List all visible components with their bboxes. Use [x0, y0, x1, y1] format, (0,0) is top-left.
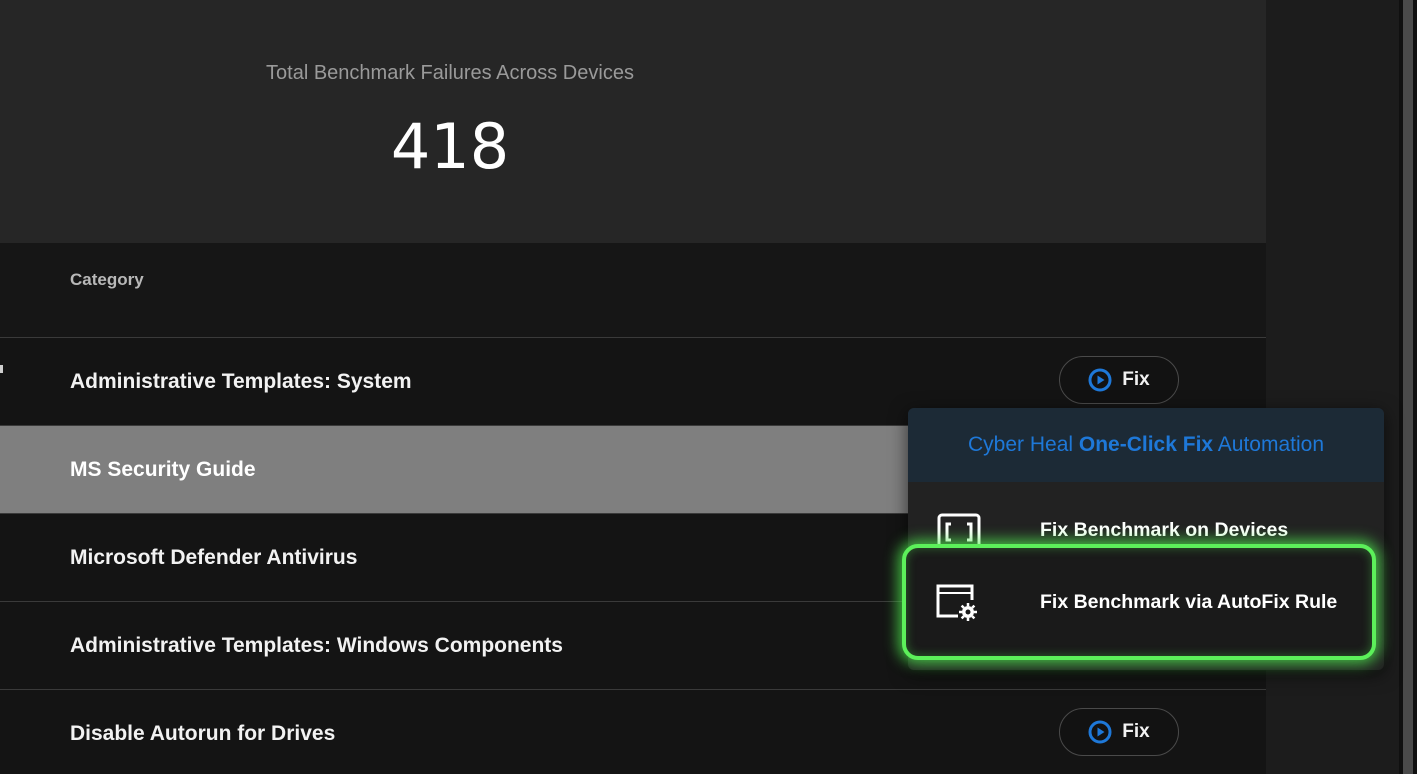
play-circle-icon	[1088, 368, 1112, 392]
summary-value: 418	[390, 110, 510, 183]
row-label: Administrative Templates: Windows Compon…	[70, 634, 563, 657]
summary-title: Total Benchmark Failures Across Devices	[266, 62, 634, 84]
dropdown-header-prefix: Cyber Heal	[968, 433, 1079, 456]
fix-dropdown-menu: Cyber Heal One-Click Fix Automation Fix …	[902, 408, 1384, 670]
row-label: Disable Autorun for Drives	[70, 722, 336, 745]
row-indicator	[0, 365, 3, 373]
menu-item-fix-via-autofix-rule[interactable]: Fix Benchmark via AutoFix Rule	[902, 544, 1376, 660]
table-row[interactable]: Disable Autorun for Drives Fix	[0, 690, 1266, 774]
table-header: Category	[0, 243, 1266, 338]
menu-item-label: Fix Benchmark via AutoFix Rule	[1040, 590, 1338, 613]
menu-item-label: Fix Benchmark on Devices	[1040, 518, 1289, 541]
fix-label: Fix	[1122, 721, 1150, 742]
dropdown-header: Cyber Heal One-Click Fix Automation	[908, 408, 1384, 482]
row-label: Administrative Templates: System	[70, 370, 412, 393]
fix-button[interactable]: Fix	[1059, 356, 1179, 404]
row-label: Microsoft Defender Antivirus	[70, 546, 358, 569]
scrollbar-thumb[interactable]	[1403, 0, 1413, 774]
play-circle-icon	[1088, 720, 1112, 744]
fix-button[interactable]: Fix	[1059, 708, 1179, 756]
summary-card: Total Benchmark Failures Across Devices …	[0, 0, 1266, 243]
dropdown-header-suffix: Automation	[1213, 433, 1324, 456]
fix-label: Fix	[1122, 369, 1150, 390]
row-label: MS Security Guide	[70, 458, 256, 481]
dropdown-header-highlight: One-Click Fix	[1078, 433, 1214, 456]
app-window: Total Benchmark Failures Across Devices …	[0, 0, 1417, 774]
window-gear-icon	[934, 582, 980, 622]
column-header-category[interactable]: Category	[70, 270, 144, 290]
